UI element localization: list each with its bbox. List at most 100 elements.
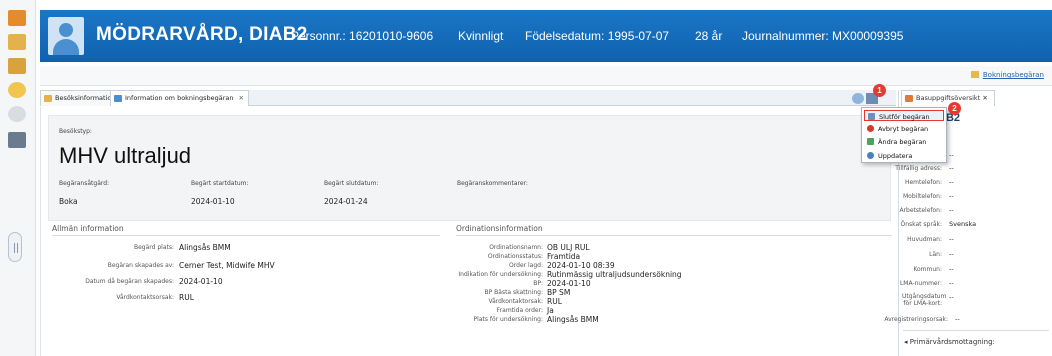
primary-care-section[interactable]: ◂ Primärvårdsmottagning: <box>904 338 995 346</box>
booking-request-label: Bokningsbegäran <box>982 71 1044 79</box>
date-of-birth: Födelsedatum: 1995-07-07 <box>525 29 670 43</box>
end-date-value: 2024-01-24 <box>324 197 368 206</box>
basic-overview-icon <box>905 95 913 102</box>
visit-type-value: MHV ultraljud <box>59 143 192 168</box>
primary-care-label: Primärvårdsmottagning: <box>909 338 995 346</box>
visit-info-icon <box>44 95 52 102</box>
info-key: Huvudman: <box>907 236 942 243</box>
info-key: Arbetstelefon: <box>899 207 942 214</box>
info-value: -- <box>949 206 954 214</box>
end-date-label: Begärt slutdatum: <box>324 180 379 187</box>
general-key: Datum då begäran skapades: <box>85 278 174 285</box>
info-key: Mobiltelefon: <box>903 193 942 200</box>
info-key: Tillfällig adress: <box>895 165 942 172</box>
age: 28 år <box>695 29 723 43</box>
actions-menu: Slutför begäran Avbryt begäran Ändra beg… <box>861 107 947 163</box>
cancel-icon <box>867 125 874 132</box>
messages-icon[interactable] <box>8 82 26 98</box>
info-value: -- <box>949 164 954 172</box>
gender: Kvinnligt <box>458 29 504 43</box>
menu-item-refresh-label: Uppdatera <box>878 152 913 160</box>
general-value: 2024-01-10 <box>179 277 223 286</box>
order-key: Vårdkontaktorsak: <box>488 298 543 305</box>
order-value: OB ULJ RUL <box>547 243 590 252</box>
info-key: Utgångsdatum för LMA-kort: <box>902 293 947 307</box>
info-value: -- <box>949 178 954 186</box>
tab-visit-info-label: Besöksinformation <box>55 94 116 102</box>
tab-request-info[interactable]: Information om bokningsbegäran ✕ <box>110 90 249 106</box>
info-value: -- <box>949 235 954 243</box>
info-value: -- <box>949 293 954 301</box>
info-key: Kommun: <box>913 266 942 273</box>
general-info-divider <box>52 235 440 236</box>
order-value: BP SM <box>547 288 571 297</box>
close-icon[interactable]: ✕ <box>982 94 987 102</box>
order-value: Alingsås BMM <box>547 315 599 324</box>
order-value: Rutinmässig ultraljudsundersökning <box>547 270 682 279</box>
order-key: Indikation för undersökning: <box>458 271 543 278</box>
refresh-icon[interactable] <box>852 93 864 104</box>
order-info-heading: Ordinationsinformation <box>456 224 543 233</box>
info-value: -- <box>949 265 954 273</box>
calendar-icon[interactable] <box>8 58 26 74</box>
contacts-icon[interactable] <box>8 34 26 50</box>
tab-request-info-label: Information om bokningsbegäran <box>125 94 234 102</box>
menu-item-edit[interactable]: Ändra begäran <box>864 136 944 147</box>
order-key: BP: <box>533 280 543 287</box>
callout-1: 1 <box>873 84 886 97</box>
general-value: Cerner Test, Midwife MHV <box>179 261 275 270</box>
callout-2: 2 <box>948 102 961 115</box>
order-info-divider <box>456 235 892 236</box>
menu-item-cancel-label: Avbryt begäran <box>878 125 929 133</box>
tab-basic-overview-label: Basuppgiftsöversikt <box>916 94 981 102</box>
request-action-label: Begäransåtgärd: <box>59 180 110 187</box>
order-value: Framtida <box>547 252 581 261</box>
order-key: Framtida order: <box>496 307 543 314</box>
menu-item-refresh[interactable]: Uppdatera <box>864 150 944 161</box>
toolbar-strip: Bokningsbegäran <box>40 66 1052 86</box>
complete-icon <box>868 113 875 120</box>
tab-basic-overview[interactable]: Basuppgiftsöversikt ✕ <box>901 90 995 106</box>
refresh-icon <box>867 152 874 159</box>
start-date-label: Begärt startdatum: <box>191 180 249 187</box>
general-key: Vårdkontaktsorsak: <box>116 294 174 301</box>
info-value: -- <box>949 250 954 258</box>
info-key: Län: <box>929 251 942 258</box>
order-key: BP Bästa skattning: <box>484 289 543 296</box>
tab-bar: Besöksinformation Information om bokning… <box>40 90 896 106</box>
booking-request-link[interactable]: Bokningsbegäran <box>970 71 1044 79</box>
order-key: Ordinationsnamn: <box>489 244 543 251</box>
close-icon[interactable]: ✕ <box>239 94 244 102</box>
user-settings-icon[interactable] <box>8 10 26 26</box>
menu-item-complete-label: Slutför begäran <box>879 113 930 121</box>
left-toolbar <box>0 0 36 356</box>
patient-name: MÖDRARVÅRD, DIAB2 <box>96 24 308 45</box>
edit-icon <box>867 138 874 145</box>
info-value: Svenska <box>949 220 977 228</box>
booking-request-icon <box>970 71 979 78</box>
info-value: -- <box>949 192 954 200</box>
info-key: Avregistreringsorsak: <box>884 316 948 323</box>
info-value: -- <box>955 315 960 323</box>
info-value: -- <box>949 279 954 287</box>
pills-icon[interactable] <box>8 106 26 122</box>
order-value: 2024-01-10 08:39 <box>547 261 615 270</box>
general-value: RUL <box>179 293 194 302</box>
panel-divider <box>903 330 1049 331</box>
tools-icon[interactable] <box>8 132 26 148</box>
request-action-value: Boka <box>59 197 78 206</box>
order-key: Plats för undersökning: <box>473 316 543 323</box>
patient-banner: MÖDRARVÅRD, DIAB2 Personnr.: 16201010-96… <box>40 10 1052 62</box>
panel-collapse-handle[interactable] <box>8 232 22 262</box>
general-info-heading: Allmän information <box>52 224 124 233</box>
personnummer: Personnr.: 16201010-9606 <box>291 29 434 43</box>
tab-visit-info[interactable]: Besöksinformation <box>40 90 121 106</box>
start-date-value: 2024-01-10 <box>191 197 235 206</box>
menu-item-complete[interactable]: Slutför begäran <box>864 110 944 121</box>
info-key: Önskat språk: <box>900 221 942 228</box>
request-info-panel: Besökstyp: MHV ultraljud Begäransåtgärd:… <box>40 107 896 356</box>
journal-number: Journalnummer: MX00009395 <box>742 29 904 43</box>
info-key: LMA-nummer: <box>899 280 942 287</box>
menu-item-cancel[interactable]: Avbryt begäran <box>864 123 944 134</box>
patient-avatar <box>48 17 84 55</box>
